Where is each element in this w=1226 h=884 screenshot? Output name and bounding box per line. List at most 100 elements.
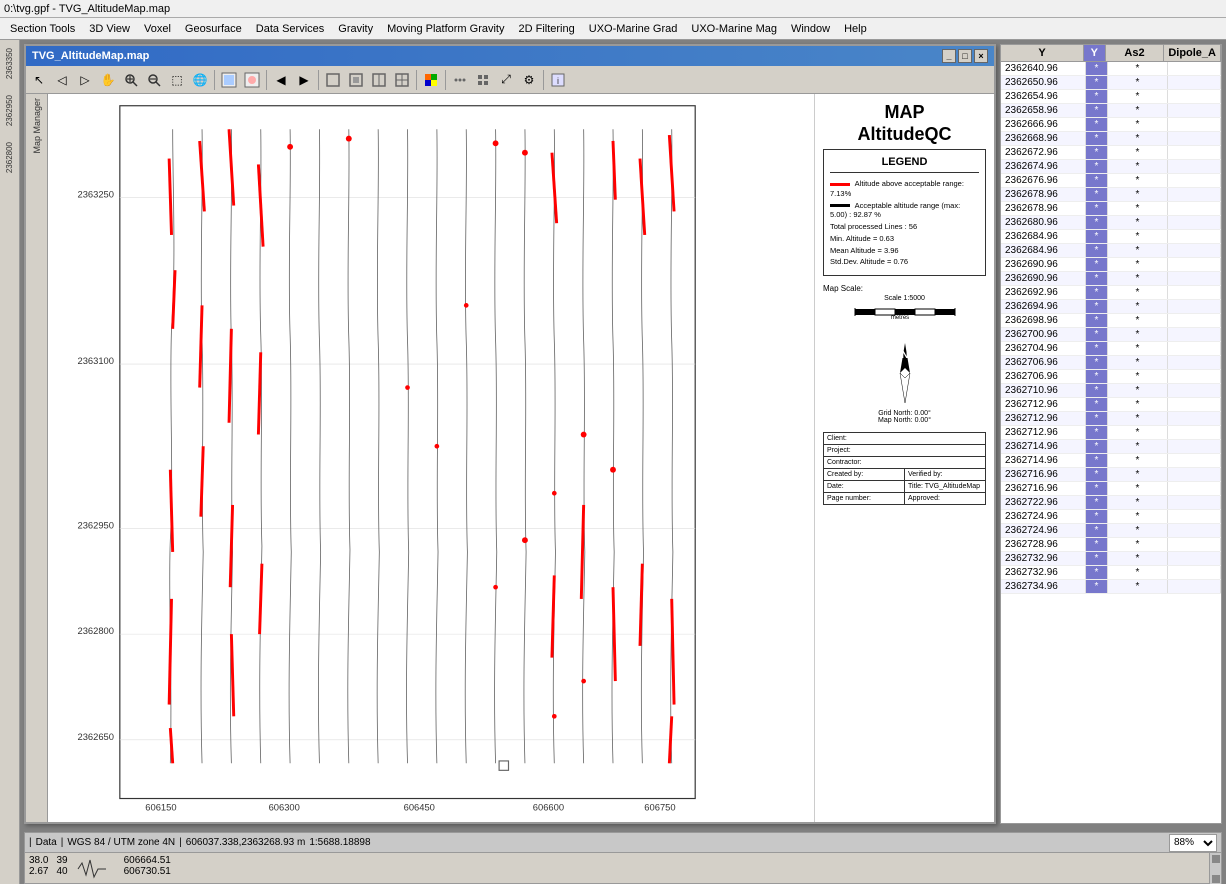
next-page-button[interactable]: ▶ — [293, 69, 315, 91]
verified-by-label: Verified by: — [905, 469, 985, 480]
table-row[interactable]: 2362650.96 * * — [1001, 76, 1221, 90]
table-row[interactable]: 2362704.96 * * — [1001, 342, 1221, 356]
frame-button-4[interactable] — [391, 69, 413, 91]
pan-button[interactable]: ✋ — [97, 69, 119, 91]
table-row[interactable]: 2362714.96 * * — [1001, 440, 1221, 454]
cell-y2: * — [1086, 132, 1108, 145]
frame-button-2[interactable] — [345, 69, 367, 91]
table-row[interactable]: 2362734.96 * * — [1001, 580, 1221, 594]
export-button-1[interactable] — [218, 69, 240, 91]
menu-item-uxo-marine-grad[interactable]: UXO-Marine Grad — [583, 21, 684, 37]
table-row[interactable]: 2362716.96 * * — [1001, 468, 1221, 482]
table-row[interactable]: 2362694.96 * * — [1001, 300, 1221, 314]
prev-page-button[interactable]: ◀ — [270, 69, 292, 91]
export-button-2[interactable] — [241, 69, 263, 91]
globe-button[interactable]: 🌐 — [189, 69, 211, 91]
menu-item-section-tools[interactable]: Section Tools — [4, 21, 81, 37]
menu-item-3d-view[interactable]: 3D View — [83, 21, 136, 37]
cell-y2: * — [1086, 146, 1108, 159]
cell-y: 2362678.96 — [1001, 202, 1086, 215]
cell-dipole — [1168, 202, 1221, 215]
table-row[interactable]: 2362714.96 * * — [1001, 454, 1221, 468]
table-row[interactable]: 2362668.96 * * — [1001, 132, 1221, 146]
info-button[interactable]: i — [547, 69, 569, 91]
table-row[interactable]: 2362724.96 * * — [1001, 524, 1221, 538]
move-button[interactable]: ⤢ — [495, 69, 517, 91]
forward-button[interactable]: ▷ — [74, 69, 96, 91]
settings-button[interactable]: ⚙ — [518, 69, 540, 91]
table-row[interactable]: 2362684.96 * * — [1001, 244, 1221, 258]
table-row[interactable]: 2362712.96 * * — [1001, 398, 1221, 412]
maximize-button[interactable]: □ — [958, 49, 972, 63]
table-row[interactable]: 2362676.96 * * — [1001, 174, 1221, 188]
table-row[interactable]: 2362712.96 * * — [1001, 426, 1221, 440]
table-row[interactable]: 2362716.96 * * — [1001, 482, 1221, 496]
table-row[interactable]: 2362706.96 * * — [1001, 356, 1221, 370]
table-row[interactable]: 2362732.96 * * — [1001, 552, 1221, 566]
table-row[interactable]: 2362666.96 * * — [1001, 118, 1221, 132]
back-button[interactable]: ◁ — [51, 69, 73, 91]
data-table-header: Y Y As2 Dipole_A — [1001, 45, 1221, 62]
cell-y2: * — [1086, 538, 1108, 551]
svg-text:N: N — [901, 350, 908, 361]
cell-y: 2362678.96 — [1001, 188, 1086, 201]
menu-item-data-services[interactable]: Data Services — [250, 21, 330, 37]
menu-item-help[interactable]: Help — [838, 21, 873, 37]
table-row[interactable]: 2362710.96 * * — [1001, 384, 1221, 398]
close-button[interactable]: × — [974, 49, 988, 63]
legend-footer: Client: Project: Contractor: Created by:… — [823, 432, 986, 505]
table-row[interactable]: 2362700.96 * * — [1001, 328, 1221, 342]
table-row[interactable]: 2362724.96 * * — [1001, 510, 1221, 524]
col-header-y: Y — [1001, 45, 1084, 61]
table-row[interactable]: 2362692.96 * * — [1001, 286, 1221, 300]
menu-item-geosurface[interactable]: Geosurface — [179, 21, 248, 37]
cell-y: 2362698.96 — [1001, 314, 1086, 327]
table-row[interactable]: 2362672.96 * * — [1001, 146, 1221, 160]
zoom-out-button[interactable] — [143, 69, 165, 91]
data-table-body[interactable]: 2362640.96 * * 2362650.96 * * 2362654.96… — [1001, 62, 1221, 823]
zoom-select[interactable]: 88% 100% 75% 50% — [1169, 834, 1217, 852]
pointer-tool-button[interactable]: ↖ — [28, 69, 50, 91]
cell-y2: * — [1086, 90, 1108, 103]
menu-item-uxo-marine-mag[interactable]: UXO-Marine Mag — [685, 21, 783, 37]
cell-dipole — [1168, 90, 1221, 103]
table-row[interactable]: 2362680.96 * * — [1001, 216, 1221, 230]
cell-dipole — [1168, 496, 1221, 509]
table-row[interactable]: 2362658.96 * * — [1001, 104, 1221, 118]
cell-as2: * — [1108, 370, 1168, 383]
table-row[interactable]: 2362690.96 * * — [1001, 258, 1221, 272]
dots-button-2[interactable] — [472, 69, 494, 91]
table-row[interactable]: 2362712.96 * * — [1001, 412, 1221, 426]
minimize-button[interactable]: _ — [942, 49, 956, 63]
menu-item-gravity[interactable]: Gravity — [332, 21, 379, 37]
table-row[interactable]: 2362690.96 * * — [1001, 272, 1221, 286]
table-row[interactable]: 2362654.96 * * — [1001, 90, 1221, 104]
menu-item-window[interactable]: Window — [785, 21, 836, 37]
table-row[interactable]: 2362684.96 * * — [1001, 230, 1221, 244]
frame-button-3[interactable] — [368, 69, 390, 91]
table-row[interactable]: 2362678.96 * * — [1001, 188, 1221, 202]
menu-item-moving-platform-gravity[interactable]: Moving Platform Gravity — [381, 21, 510, 37]
table-row[interactable]: 2362728.96 * * — [1001, 538, 1221, 552]
table-row[interactable]: 2362640.96 * * — [1001, 62, 1221, 76]
cell-y2: * — [1086, 328, 1108, 341]
map-canvas-area[interactable]: 2363250 2363100 2362950 2362800 2362650 … — [48, 94, 814, 822]
bottom-val-2: 2.67 — [29, 866, 48, 877]
color-button[interactable] — [420, 69, 442, 91]
frame-button-1[interactable] — [322, 69, 344, 91]
menu-item-2d-filtering[interactable]: 2D Filtering — [513, 21, 581, 37]
cell-y: 2362716.96 — [1001, 468, 1086, 481]
svg-text:metres: metres — [890, 315, 908, 320]
table-row[interactable]: 2362674.96 * * — [1001, 160, 1221, 174]
table-row[interactable]: 2362706.96 * * — [1001, 370, 1221, 384]
table-row[interactable]: 2362698.96 * * — [1001, 314, 1221, 328]
table-row[interactable]: 2362732.96 * * — [1001, 566, 1221, 580]
table-row[interactable]: 2362678.96 * * — [1001, 202, 1221, 216]
zoom-rect-button[interactable]: ⬚ — [166, 69, 188, 91]
dots-button-1[interactable] — [449, 69, 471, 91]
table-row[interactable]: 2362722.96 * * — [1001, 496, 1221, 510]
zoom-in-button[interactable] — [120, 69, 142, 91]
cell-y2: * — [1086, 160, 1108, 173]
footer-contractor-row: Contractor: — [824, 457, 985, 469]
menu-item-voxel[interactable]: Voxel — [138, 21, 177, 37]
